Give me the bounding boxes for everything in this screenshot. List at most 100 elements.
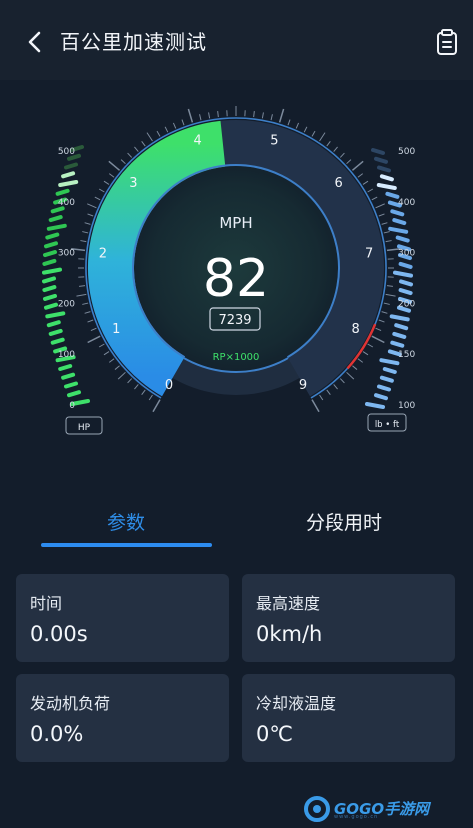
dial-tick [367, 188, 374, 193]
dial-tick [146, 132, 153, 142]
left-scale-bar [42, 276, 56, 284]
right-scale-bar [392, 218, 407, 226]
dial-tick [127, 378, 133, 384]
dial-tick [87, 203, 97, 209]
dial-tick [87, 335, 101, 344]
dial-tick [386, 285, 393, 287]
app-header: 百公里加速测试 [0, 0, 473, 80]
right-scale-bar [399, 279, 413, 287]
dial-tick [79, 285, 86, 287]
right-scale-bar [395, 235, 410, 243]
tab-bar: 参数 分段用时 [0, 500, 473, 550]
dial-tick [278, 108, 285, 123]
dial-tick [199, 114, 202, 121]
right-scale-bar [390, 340, 405, 348]
right-scale-bar [377, 165, 391, 173]
left-scale-label: 100 [58, 350, 75, 360]
clipboard-icon[interactable] [434, 28, 460, 56]
left-scale-bar [48, 215, 63, 223]
right-scale-bar [371, 148, 385, 155]
right-scale-bar [389, 314, 410, 322]
chevron-left-icon[interactable] [22, 28, 50, 56]
left-scale-bar [44, 241, 58, 249]
speed-value: 82 [203, 249, 269, 309]
dial-tick [108, 160, 121, 171]
dial-tick [319, 394, 324, 401]
left-scale-label: 400 [58, 198, 75, 208]
coolant-temp-value: 0℃ [256, 722, 293, 746]
dial-tick [362, 180, 369, 185]
dial-tick [375, 203, 385, 209]
dial-tick [90, 327, 97, 332]
right-scale-bar [379, 174, 394, 182]
dial-tick [346, 159, 352, 165]
dial-tick [287, 119, 291, 126]
left-scale-bar [50, 206, 65, 214]
dial-tick-label: 5 [270, 134, 278, 149]
engine-load-value: 0.0% [30, 722, 84, 746]
dial-tick [127, 152, 133, 158]
dial-tick [134, 384, 139, 390]
dial-tick [82, 302, 89, 305]
right-scale-label: 200 [398, 299, 415, 309]
dial-tick [152, 399, 161, 413]
left-scale-label: 200 [58, 299, 75, 309]
right-scale-bar [382, 367, 397, 374]
dial-tick [311, 399, 320, 413]
dial-tick [114, 365, 120, 370]
dial-tick-label: 2 [99, 246, 107, 261]
dial-tick [333, 384, 338, 390]
top-speed-label: 最高速度 [256, 594, 321, 613]
rpm-value: 7239 [218, 313, 251, 328]
right-scale-bar [365, 402, 385, 409]
dial-tick [108, 173, 115, 178]
dial-tick [134, 146, 139, 152]
dial-tick [351, 160, 364, 171]
dial-tick [311, 130, 316, 137]
dial-tick [94, 196, 101, 201]
hp-badge-label: HP [78, 423, 91, 433]
active-tab-indicator [41, 543, 212, 547]
right-scale-bar [398, 288, 413, 296]
left-scale-bar [50, 337, 65, 345]
dial-tick [385, 240, 392, 243]
dial-tick [295, 122, 300, 129]
dial-tick [371, 196, 378, 201]
coolant-temp-label: 冷却液温度 [256, 694, 337, 713]
left-scale-bar [58, 364, 73, 371]
dial-tick [76, 293, 87, 297]
engine-load-card: 发动机负荷 0.0% [16, 674, 229, 762]
left-scale-bar [46, 223, 67, 231]
dial-tick-label: 6 [334, 176, 342, 191]
left-scale-bar [55, 188, 70, 196]
dial-tick [87, 319, 94, 323]
right-scale-label: 400 [398, 198, 415, 208]
dial-tick [381, 222, 388, 225]
dial-tick [98, 343, 105, 348]
left-scale-bar [64, 381, 78, 389]
dial-tick-label: 4 [193, 134, 201, 149]
dial-tick [98, 188, 105, 193]
left-scale-bar [43, 250, 57, 258]
dial-tick-label: 3 [129, 176, 137, 191]
dial-tick [253, 111, 255, 118]
dial-tick [339, 378, 345, 384]
dial-tick [326, 140, 331, 147]
dial-tick [108, 358, 115, 363]
tab-params[interactable]: 参数 [107, 508, 145, 535]
dial-tick [217, 111, 219, 118]
dial-tick-label: 1 [112, 322, 120, 337]
dial-tick [181, 119, 185, 126]
left-scale-bar [42, 267, 62, 275]
dial-tick [352, 365, 358, 370]
right-scale-bar [392, 331, 407, 339]
tab-splits[interactable]: 分段用时 [306, 508, 382, 535]
dial-tick [156, 130, 161, 137]
dial-tick [261, 112, 264, 119]
left-scale-bar [44, 302, 58, 310]
watermark-url: www.gogo.cn [334, 814, 379, 820]
right-scale-label: 300 [398, 249, 415, 259]
dial-tick [187, 108, 194, 123]
left-scale-bar [42, 285, 57, 293]
dial-tick [326, 389, 331, 396]
